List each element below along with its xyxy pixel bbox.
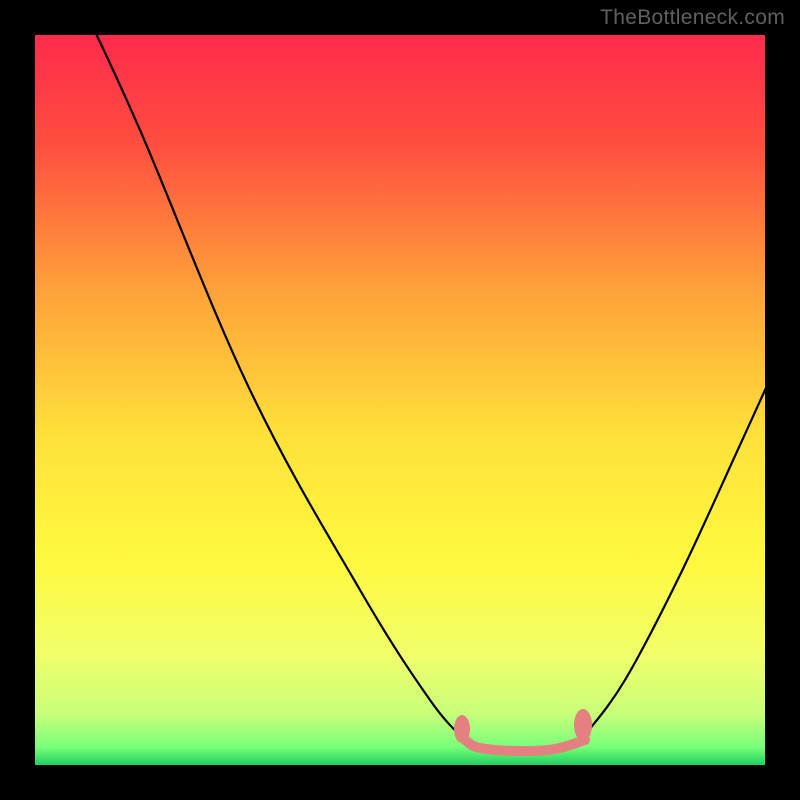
attribution-label: TheBottleneck.com [600,6,785,30]
optimal-zone-marker-left [454,715,470,743]
bottleneck-chart [0,0,800,800]
optimal-zone-marker-right [574,709,592,741]
